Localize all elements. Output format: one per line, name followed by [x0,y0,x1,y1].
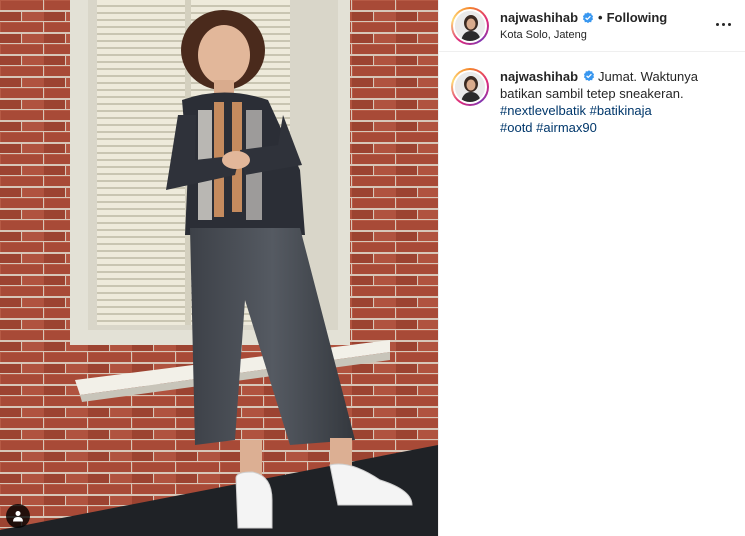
post-header: najwashihab • Following Kota Solo, Jaten… [439,0,745,52]
caption-comment: najwashihab Jumat. Waktunya batikan samb… [439,52,745,136]
caption-avatar-ring[interactable] [451,68,489,106]
more-options-button[interactable] [711,12,735,36]
post-header-info: najwashihab • Following Kota Solo, Jaten… [500,10,667,42]
post-sidebar: najwashihab • Following Kota Solo, Jaten… [438,0,745,536]
avatar-image [455,72,485,102]
following-button[interactable]: Following [607,10,668,26]
caption-avatar [455,72,485,102]
caption-line-2: batikan sambil tetep sneakeran. [500,86,684,101]
hashtag-link[interactable]: #ootd [500,120,533,135]
verified-badge-icon [583,70,595,82]
hashtag-link[interactable]: #airmax90 [536,120,597,135]
hashtag-link[interactable]: #nextlevelbatik [500,103,586,118]
post-photo[interactable] [0,0,438,536]
post-image [0,0,438,536]
verified-badge-icon [582,11,594,24]
caption-line-1: Jumat. Waktunya [598,69,698,84]
avatar-story-ring[interactable] [451,6,489,45]
user-tag-icon [13,511,23,522]
avatar [455,10,485,41]
location-link[interactable]: Kota Solo, Jateng [500,28,667,42]
caption-text-block: najwashihab Jumat. Waktunya batikan samb… [500,68,720,136]
username-link[interactable]: najwashihab [500,10,578,26]
user-tag-button[interactable] [6,504,30,528]
hashtag-link[interactable]: #batikinaja [590,103,652,118]
caption-username-link[interactable]: najwashihab [500,69,578,84]
separator-dot: • [598,9,603,25]
more-horizontal-icon [715,22,719,26]
avatar-image [455,10,485,41]
instagram-post-modal: najwashihab • Following Kota Solo, Jaten… [0,0,745,536]
